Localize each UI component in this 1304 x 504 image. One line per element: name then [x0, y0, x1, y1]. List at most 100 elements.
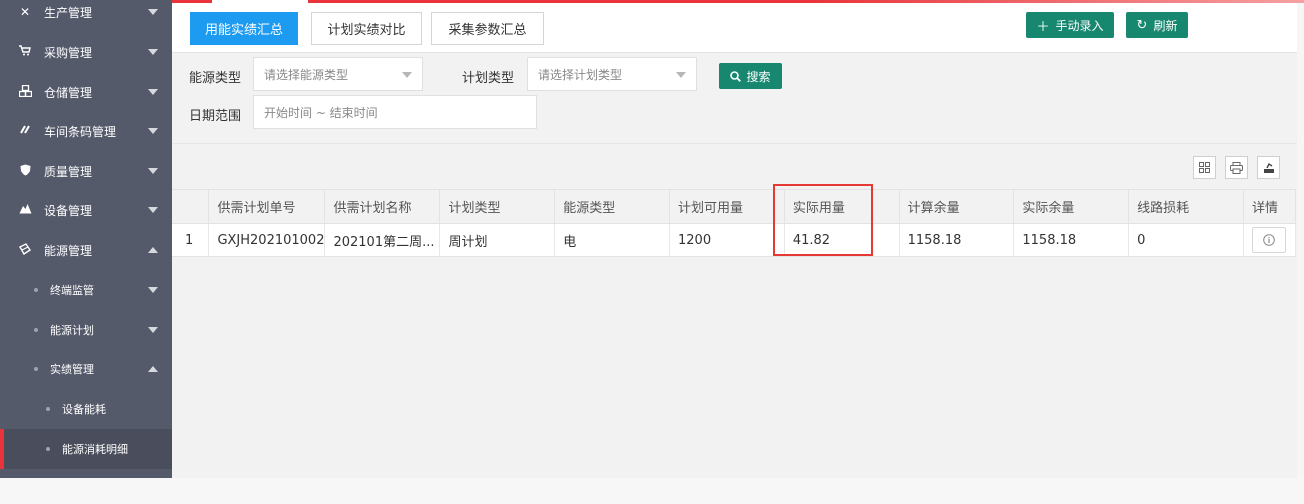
tab-plan-vs-actual[interactable]: 计划实绩对比 — [311, 12, 422, 45]
chevron-down-icon — [148, 207, 158, 213]
column-header-planned-amount[interactable]: 计划可用量 — [669, 189, 785, 224]
sidebar-leaf-label: 能源消耗明细 — [62, 443, 128, 456]
sidebar-item-workshop-barcode[interactable]: 车间条码管理 — [0, 112, 172, 150]
column-header-index — [172, 189, 210, 224]
sidebar-item-energy[interactable]: 能源管理 — [0, 231, 172, 269]
scrollbar[interactable] — [1297, 3, 1304, 478]
sidebar-item-label: 仓储管理 — [44, 85, 93, 100]
sidebar-sub-performance[interactable]: 实绩管理 — [0, 349, 172, 389]
active-indicator — [0, 429, 4, 469]
plan-type-placeholder: 请选择计划类型 — [538, 67, 623, 82]
plan-type-select[interactable]: 请选择计划类型 — [527, 57, 697, 91]
export-icon — [1263, 162, 1275, 174]
cell-calculated-remain: 1158.18 — [899, 223, 1015, 257]
grid-icon — [1199, 162, 1210, 173]
sidebar-leaf-device-energy[interactable]: 设备能耗 — [0, 389, 172, 429]
manual-entry-button[interactable]: ＋ 手动录入 — [1026, 12, 1114, 38]
bullet-icon — [34, 367, 38, 371]
print-button[interactable] — [1225, 156, 1248, 179]
column-header-detail: 详情 — [1243, 189, 1297, 224]
column-header-line-loss[interactable]: 线路损耗 — [1128, 189, 1244, 224]
chevron-down-icon — [148, 128, 158, 134]
bullet-icon — [46, 407, 50, 411]
search-button[interactable]: 搜索 — [719, 63, 782, 89]
cell-index: 1 — [172, 223, 210, 257]
chevron-down-icon — [148, 287, 158, 293]
sidebar: ✕ 生产管理 采购管理 仓储管理 车间条码管理 质量管理 设备管理 能源管理 终… — [0, 0, 172, 478]
column-header-actual-usage[interactable]: 实际用量 — [784, 189, 900, 224]
column-header-plan-type[interactable]: 计划类型 — [439, 189, 556, 224]
sidebar-item-warehouse[interactable]: 仓储管理 — [0, 73, 172, 111]
sidebar-item-equipment[interactable]: 设备管理 — [0, 191, 172, 229]
cell-plan-name: 202101第二周... — [324, 223, 441, 257]
refresh-label: 刷新 — [1153, 18, 1178, 33]
cell-detail — [1243, 223, 1297, 257]
chevron-up-icon — [148, 247, 158, 253]
filter-bar: 能源类型 请选择能源类型 计划类型 请选择计划类型 搜索 日期范围 开始时间 ~… — [172, 54, 1304, 142]
plan-type-label: 计划类型 — [462, 71, 515, 86]
search-label: 搜索 — [746, 69, 771, 84]
cell-planned-amount: 1200 — [669, 223, 785, 257]
chevron-up-icon — [148, 366, 158, 372]
energy-detail-table: 供需计划单号 供需计划名称 计划类型 能源类型 计划可用量 实际用量 计算余量 … — [172, 189, 1297, 257]
bullet-icon — [46, 447, 50, 451]
cart-icon — [18, 45, 32, 59]
cell-energy-type: 电 — [554, 223, 670, 257]
column-header-plan-no[interactable]: 供需计划单号 — [208, 189, 326, 224]
sidebar-item-purchase[interactable]: 采购管理 — [0, 33, 172, 71]
cell-actual-remain: 1158.18 — [1013, 223, 1130, 257]
sidebar-item-label: 生产管理 — [44, 5, 93, 20]
tab-param-summary[interactable]: 采集参数汇总 — [431, 12, 544, 45]
date-range-input[interactable]: 开始时间 ~ 结束时间 — [253, 95, 537, 129]
export-button[interactable] — [1257, 156, 1280, 179]
search-icon — [730, 70, 742, 82]
chevron-down-icon — [148, 168, 158, 174]
bullet-icon — [34, 328, 38, 332]
shield-icon — [18, 164, 32, 179]
sidebar-item-label: 采购管理 — [44, 45, 93, 60]
sidebar-sub-label: 终端监管 — [50, 284, 94, 297]
column-header-energy-type[interactable]: 能源类型 — [554, 189, 670, 224]
energy-type-select[interactable]: 请选择能源类型 — [253, 57, 423, 91]
energy-type-placeholder: 请选择能源类型 — [264, 67, 349, 82]
sidebar-sub-label: 实绩管理 — [50, 363, 94, 376]
refresh-icon: ↻ — [1136, 17, 1148, 33]
chevron-down-icon — [148, 9, 158, 15]
sidebar-item-quality[interactable]: 质量管理 — [0, 152, 172, 190]
info-icon — [1263, 234, 1275, 246]
bullet-icon — [34, 288, 38, 292]
sidebar-sub-energy-plan[interactable]: 能源计划 — [0, 310, 172, 350]
sidebar-item-label: 设备管理 — [44, 203, 93, 218]
column-header-actual-remain[interactable]: 实际余量 — [1013, 189, 1130, 224]
sidebar-leaf-label: 设备能耗 — [62, 403, 106, 416]
sidebar-item-label: 车间条码管理 — [44, 124, 117, 139]
tab-energy-summary[interactable]: 用能实绩汇总 — [190, 12, 298, 45]
main-content: 用能实绩汇总 计划实绩对比 采集参数汇总 ＋ 手动录入 ↻ 刷新 能源类型 请选… — [172, 3, 1304, 478]
table-panel: 供需计划单号 供需计划名称 计划类型 能源类型 计划可用量 实际用量 计算余量 … — [172, 143, 1304, 478]
footer-strip — [0, 478, 1304, 504]
manual-entry-label: 手动录入 — [1055, 18, 1104, 33]
sidebar-item-label: 质量管理 — [44, 164, 93, 179]
table-row[interactable]: 1 GXJH202101002 202101第二周... 周计划 电 1200 … — [172, 223, 1297, 257]
cell-plan-no: GXJH202101002 — [208, 223, 326, 257]
cell-actual-usage: 41.82 — [784, 223, 900, 257]
sidebar-leaf-energy-consumption-detail[interactable]: 能源消耗明细 — [0, 429, 172, 469]
chevron-down-icon — [676, 72, 686, 78]
date-range-label: 日期范围 — [189, 109, 242, 124]
table-header-row: 供需计划单号 供需计划名称 计划类型 能源类型 计划可用量 实际用量 计算余量 … — [172, 189, 1297, 224]
refresh-button[interactable]: ↻ 刷新 — [1126, 12, 1188, 38]
sidebar-sub-terminal-monitor[interactable]: 终端监管 — [0, 270, 172, 310]
detail-button[interactable] — [1251, 227, 1286, 253]
column-header-plan-name[interactable]: 供需计划名称 — [324, 189, 441, 224]
energy-icon — [18, 242, 32, 258]
chevron-down-icon — [148, 327, 158, 333]
sidebar-item-production[interactable]: ✕ 生产管理 — [0, 0, 172, 31]
chevron-down-icon — [148, 89, 158, 95]
columns-toggle-button[interactable] — [1193, 156, 1216, 179]
sidebar-item-label: 能源管理 — [44, 243, 93, 258]
sidebar-sub-label: 能源计划 — [50, 324, 94, 337]
column-header-calculated-remain[interactable]: 计算余量 — [899, 189, 1015, 224]
equipment-icon — [18, 203, 32, 217]
chevron-down-icon — [148, 49, 158, 55]
boxes-icon — [18, 84, 32, 100]
